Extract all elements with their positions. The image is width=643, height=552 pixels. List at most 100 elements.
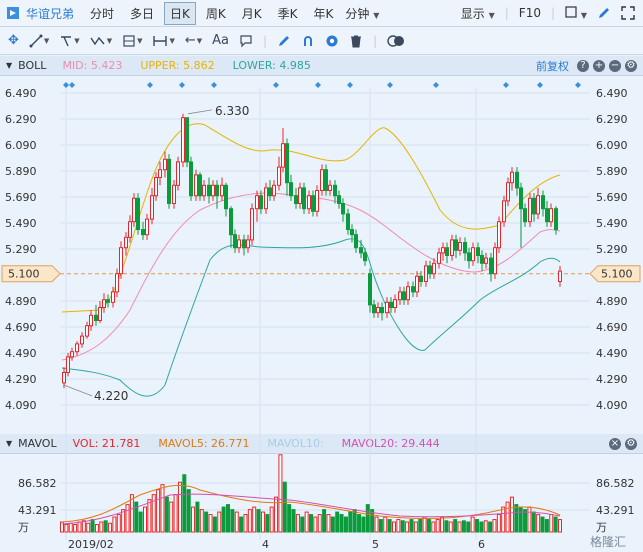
vol-y-tick-left: 43.291 — [18, 504, 57, 517]
event-marker-icon — [315, 82, 321, 88]
candle-down — [519, 187, 523, 210]
candle-up — [415, 275, 419, 293]
candle-up — [398, 291, 402, 301]
vol-bar-up — [260, 511, 265, 533]
candle-up — [528, 197, 532, 223]
fib-tool[interactable]: ▼ — [122, 34, 142, 48]
settings-icon[interactable]: ⚙ — [625, 59, 637, 72]
stock-flag-icon[interactable] — [6, 6, 20, 20]
delete-tool[interactable] — [349, 34, 363, 48]
vol-bar-up — [313, 516, 318, 533]
y-tick-right: 6.290 — [596, 113, 628, 126]
tab-daily-k[interactable]: 日K — [164, 1, 196, 25]
display-label: 显示 — [460, 6, 485, 21]
candle-up — [181, 117, 185, 163]
vol-bar-down — [553, 516, 558, 533]
candle-down — [198, 174, 202, 197]
vol-bar-up — [108, 522, 113, 533]
vol-bar-up — [269, 506, 274, 533]
text-tool[interactable]: Aa — [212, 33, 229, 48]
candle-up — [158, 169, 162, 178]
tab-multi-day[interactable]: 多日 — [124, 2, 160, 25]
pencil-tool[interactable] — [277, 34, 291, 48]
toggle-icon — [387, 34, 405, 47]
candle-up — [102, 299, 106, 309]
fibonacci-icon — [123, 34, 135, 47]
vol-bar-up — [558, 519, 562, 533]
candle-down — [428, 265, 432, 275]
vol-bar-up — [392, 521, 396, 533]
settings-icon[interactable]: ⚙ — [625, 437, 637, 450]
boll-lower-value: LOWER: 4.985 — [232, 59, 311, 72]
collapse-icon[interactable]: ▼ — [6, 439, 12, 448]
tab-monthly-k[interactable]: 月K — [236, 2, 268, 25]
y-tick-left: 6.290 — [5, 113, 37, 126]
x-axis-label: 2019/02 — [68, 538, 114, 551]
collapse-icon[interactable]: ▼ — [6, 61, 12, 70]
layout-dropdown[interactable]: ▼ — [565, 5, 587, 21]
channel-tool[interactable]: ▼ — [59, 34, 80, 48]
minus-icon[interactable]: − — [609, 59, 621, 72]
vol-bar-up — [509, 496, 514, 533]
vol-bar-down — [444, 520, 449, 533]
candle-up — [307, 195, 311, 210]
boll-header-right: 前复权 ? + − ⚙ — [536, 58, 643, 74]
vol-bar-up — [217, 511, 222, 533]
eye-tool[interactable] — [325, 34, 339, 48]
vol-bar-up — [405, 521, 410, 533]
vol-bar-down — [103, 520, 108, 533]
divider: | — [263, 33, 268, 48]
vol-bar-down — [339, 514, 344, 533]
tab-quarterly-k[interactable]: 季K — [272, 2, 304, 25]
vol-bar-down — [287, 504, 292, 533]
question-icon[interactable]: ? — [577, 59, 589, 72]
arrow-tool[interactable]: ← ▼ — [185, 33, 202, 48]
candle-down — [463, 242, 467, 254]
candle-up — [75, 343, 79, 353]
candle-down — [259, 195, 263, 210]
candle-up — [441, 247, 445, 254]
tab-weekly-k[interactable]: 周K — [200, 2, 232, 25]
vol-bar-up — [317, 514, 322, 533]
candle-down — [136, 197, 140, 231]
tab-yearly-k[interactable]: 年K — [308, 2, 340, 25]
crosshair-tool[interactable]: ✥ — [8, 33, 19, 48]
minute-dropdown[interactable]: 分钟 ▼ — [345, 5, 379, 22]
display-dropdown[interactable]: 显示 ▼ — [461, 5, 495, 22]
event-marker-icon — [63, 82, 69, 88]
y-tick-right: 4.890 — [596, 295, 628, 308]
current-price-right: 5.100 — [601, 268, 633, 281]
candle-down — [380, 307, 384, 314]
event-marker-icon — [211, 82, 217, 88]
add-icon[interactable]: + — [593, 59, 605, 72]
toggle-tool[interactable] — [387, 34, 405, 47]
mavol5-line — [61, 484, 561, 523]
f10-button[interactable]: F10 — [519, 6, 541, 20]
vol-bar-down — [138, 511, 143, 533]
y-tick-right: 5.290 — [596, 243, 628, 256]
vol-bar-down — [466, 521, 471, 533]
vol-bar-up — [496, 514, 501, 533]
candle-down — [302, 187, 306, 210]
chevron-down-icon: ▼ — [137, 36, 143, 45]
close-icon[interactable]: × — [609, 437, 621, 450]
adjust-mode-button[interactable]: 前复权 — [536, 58, 569, 74]
y-tick-right: 5.890 — [596, 165, 628, 178]
candle-down — [285, 143, 289, 184]
event-marker-icon — [575, 82, 581, 88]
range-tool[interactable]: ▼ — [152, 34, 175, 48]
candle-up — [255, 195, 259, 210]
candle-down — [215, 184, 219, 197]
vol-bar-up — [435, 519, 440, 533]
tab-intraday[interactable]: 分时 — [84, 2, 120, 25]
candle-up — [549, 208, 553, 223]
line-tool[interactable]: ▼ — [29, 34, 49, 48]
event-marker-icon — [347, 82, 353, 88]
current-price-tag-left — [1, 265, 61, 283]
fullscreen-icon[interactable] — [621, 6, 635, 20]
comment-tool[interactable] — [239, 34, 253, 48]
pen-icon[interactable] — [597, 6, 611, 20]
magnet-tool[interactable] — [301, 34, 315, 48]
wave-tool[interactable]: ▼ — [90, 34, 112, 48]
stock-name[interactable]: 华谊兄弟 — [26, 5, 74, 22]
